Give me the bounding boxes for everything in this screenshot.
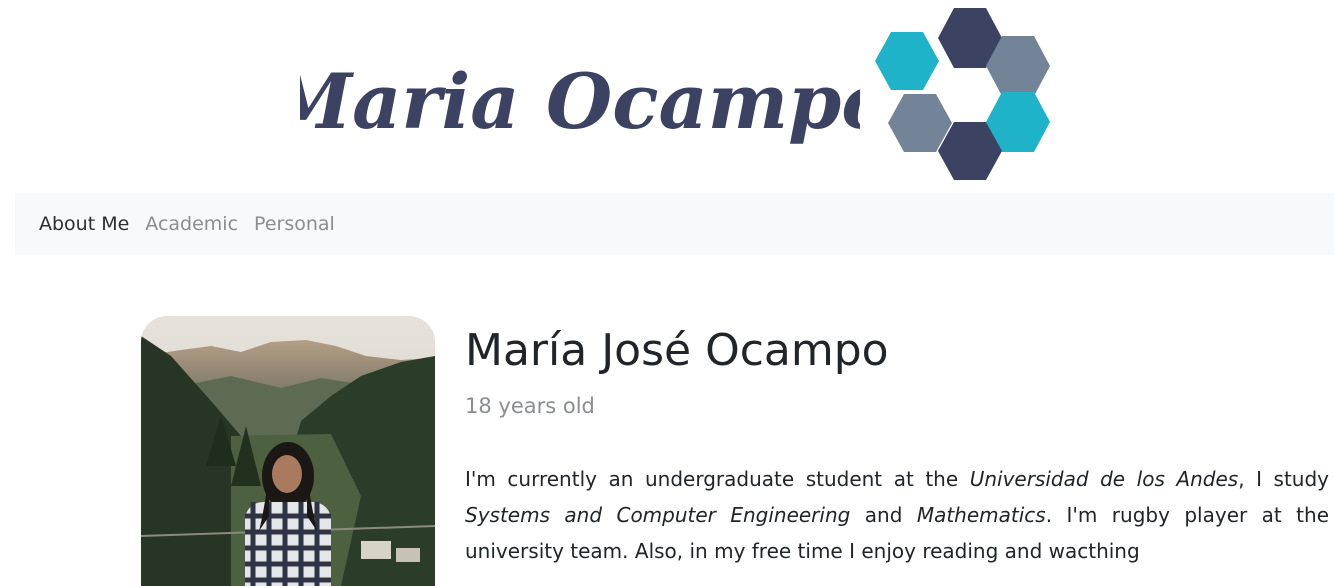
bio-major-2: Mathematics: [916, 503, 1046, 527]
hexagon-upper-left: [875, 32, 939, 90]
brand-wordmark[interactable]: Maria Ocampo: [300, 30, 860, 180]
bio-text-3: and: [850, 503, 917, 527]
brand-name: Maria Ocampo: [300, 57, 860, 146]
profile-bio: I'm currently an undergraduate student a…: [465, 461, 1329, 569]
bio-text-1: I'm currently an undergraduate student a…: [465, 467, 970, 491]
nav-link-personal[interactable]: Personal: [254, 213, 335, 235]
profile-name: María José Ocampo: [465, 325, 889, 376]
bio-major-1: Systems and Computer Engineering: [465, 503, 851, 527]
bio-text-2: , I study: [1238, 467, 1329, 491]
main-navbar: About Me Academic Personal: [15, 193, 1334, 255]
nav-link-academic[interactable]: Academic: [145, 213, 238, 235]
profile-photo: [141, 316, 435, 586]
profile-age: 18 years old: [465, 394, 595, 418]
bio-university: Universidad de los Andes: [969, 467, 1239, 491]
hexagon-logo-icon: [875, 8, 1050, 180]
nav-link-about-me[interactable]: About Me: [39, 213, 129, 235]
site-header: Maria Ocampo: [0, 0, 1342, 190]
